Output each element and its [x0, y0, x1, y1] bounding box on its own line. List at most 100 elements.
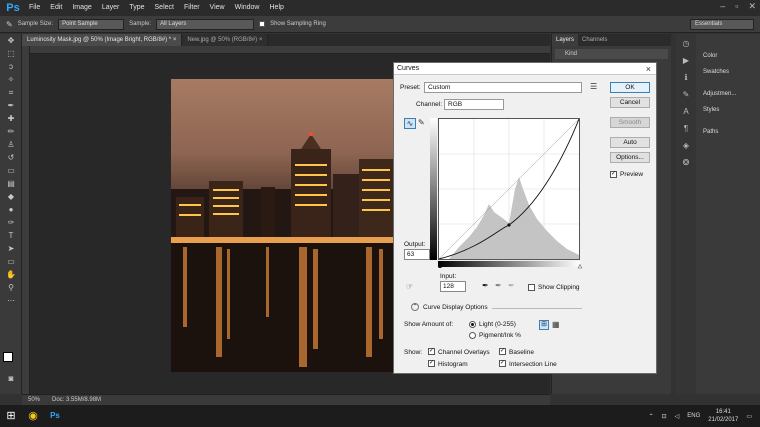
blur-tool-icon[interactable]: ◆ — [2, 191, 20, 203]
tab-close-icon[interactable]: × — [259, 37, 263, 43]
path-select-tool-icon[interactable]: ➤ — [2, 243, 20, 255]
pen-tool-icon[interactable]: ✑ — [2, 217, 20, 229]
white-point-slider[interactable]: ▲ — [577, 264, 583, 271]
smooth-button[interactable]: Smooth — [610, 117, 650, 128]
channel-select[interactable]: RGB — [444, 99, 504, 110]
menu-view[interactable]: View — [205, 0, 230, 16]
preset-options-icon[interactable]: ☰ — [590, 82, 597, 91]
channels-panel-icon[interactable]: ❂ — [678, 156, 694, 170]
gray-eyedropper-icon[interactable]: ✒ — [495, 281, 502, 290]
lasso-tool-icon[interactable]: ↄ — [2, 61, 20, 73]
brush-tool-icon[interactable]: ✏ — [2, 126, 20, 138]
paragraph-panel-icon[interactable]: ¶ — [678, 122, 694, 136]
dialog-close-icon[interactable]: × — [646, 63, 651, 75]
magic-wand-tool-icon[interactable]: ✧ — [2, 74, 20, 86]
tray-up-icon[interactable]: ⌃ — [649, 413, 654, 420]
layers-panel-icon[interactable]: ◈ — [678, 139, 694, 153]
history-panel-icon[interactable]: ◷ — [678, 37, 694, 51]
hand-tool-icon[interactable]: ✋ — [2, 269, 20, 281]
zoom-level[interactable]: 50% — [28, 397, 40, 403]
play-actions-icon[interactable]: ▶ — [678, 54, 694, 68]
character-panel-icon[interactable]: A — [678, 105, 694, 119]
healing-tool-icon[interactable]: ✚ — [2, 113, 20, 125]
pencil-draw-icon[interactable]: ✎ — [418, 118, 425, 127]
layer-kind-filter[interactable]: Kind — [555, 49, 668, 59]
menu-window[interactable]: Window — [230, 0, 265, 16]
sample-size-select[interactable]: Point Sample — [58, 18, 125, 30]
eyedropper-tool-icon[interactable]: ✎ — [6, 20, 13, 29]
eyedropper-tool-icon[interactable]: ✒ — [2, 100, 20, 112]
menu-type[interactable]: Type — [124, 0, 149, 16]
display-options-toggle-icon[interactable]: ⌃ — [411, 303, 419, 311]
history-brush-tool-icon[interactable]: ↺ — [2, 152, 20, 164]
sample-select[interactable]: All Layers — [156, 18, 255, 30]
network-icon[interactable]: ⊡ — [662, 413, 667, 420]
menu-select[interactable]: Select — [150, 0, 179, 16]
maximize-icon[interactable]: ▫ — [735, 1, 738, 12]
sample-size-label: Sample Size: — [17, 21, 54, 27]
photoshop-taskbar-icon[interactable]: Ps — [44, 405, 66, 427]
auto-button[interactable]: Auto — [610, 137, 650, 148]
show-clipping-checkbox[interactable] — [528, 284, 535, 291]
input-field[interactable]: 128 — [440, 281, 466, 292]
marquee-tool-icon[interactable]: ⬚ — [2, 48, 20, 60]
chrome-icon[interactable]: ◉ — [22, 405, 44, 427]
menu-layer[interactable]: Layer — [97, 0, 125, 16]
tab-new[interactable]: New.jpg @ 50% (RGB/8#) × — [182, 34, 269, 46]
menu-image[interactable]: Image — [67, 0, 96, 16]
baseline-checkbox[interactable]: ✓ — [499, 348, 506, 355]
light-radio[interactable] — [469, 321, 476, 328]
dodge-tool-icon[interactable]: ● — [2, 204, 20, 216]
curve-edit-icon[interactable]: ∿ — [404, 118, 416, 129]
options-button[interactable]: Options... — [610, 152, 650, 163]
tab-close-icon[interactable]: × — [173, 37, 177, 43]
histogram-checkbox[interactable]: ✓ — [428, 360, 435, 367]
gradient-tool-icon[interactable]: ▤ — [2, 178, 20, 190]
cancel-button[interactable]: Cancel — [610, 97, 650, 108]
black-eyedropper-icon[interactable]: ✒ — [482, 281, 489, 290]
crop-tool-icon[interactable]: ⌗ — [2, 87, 20, 99]
targeted-adjust-icon[interactable]: ☞ — [406, 282, 413, 291]
type-tool-icon[interactable]: T — [2, 230, 20, 242]
sampling-ring-checkbox[interactable] — [259, 21, 266, 27]
simple-grid-icon[interactable]: ⊞ — [539, 320, 549, 330]
minimize-icon[interactable]: – — [720, 1, 725, 12]
white-eyedropper-icon[interactable]: ✒ — [508, 281, 515, 290]
city-night-photo[interactable] — [171, 79, 401, 372]
channel-overlays-checkbox[interactable]: ✓ — [428, 348, 435, 355]
curves-graph[interactable] — [438, 118, 580, 260]
menu-edit[interactable]: Edit — [45, 0, 67, 16]
more-tools-icon[interactable]: ⋯ — [2, 295, 20, 307]
output-field[interactable]: 63 — [404, 249, 430, 260]
intersection-line-checkbox[interactable]: ✓ — [499, 360, 506, 367]
language-indicator[interactable]: ENG — [687, 413, 700, 419]
notifications-icon[interactable]: ▭ — [746, 413, 752, 420]
menu-filter[interactable]: Filter — [179, 0, 205, 16]
stamp-tool-icon[interactable]: ♙ — [2, 139, 20, 151]
preview-checkbox[interactable]: ✓ — [610, 171, 617, 178]
black-point-slider[interactable]: ▲ — [437, 264, 443, 270]
menu-help[interactable]: Help — [265, 0, 289, 16]
quick-mask-icon[interactable]: ◙ — [2, 373, 20, 385]
menu-file[interactable]: File — [24, 0, 45, 16]
info-panel-icon[interactable]: ℹ — [678, 71, 694, 85]
eraser-tool-icon[interactable]: ▭ — [2, 165, 20, 177]
windows-start-icon[interactable]: ⊞ — [0, 405, 22, 427]
clock[interactable]: 16:41 21/02/2017 — [708, 408, 738, 424]
tab-layers[interactable]: Layers — [552, 34, 579, 46]
zoom-tool-icon[interactable]: ⚲ — [2, 282, 20, 294]
tab-luminosity-mask[interactable]: Luminosity Mask.jpg @ 50% (Image Bright,… — [22, 34, 183, 46]
foreground-color-swatch[interactable] — [3, 352, 13, 362]
tab-channels[interactable]: Channels — [578, 34, 611, 46]
detailed-grid-icon[interactable]: ▦ — [552, 320, 560, 329]
brush-panel-icon[interactable]: ✎ — [678, 88, 694, 102]
preset-select[interactable]: Custom — [424, 82, 582, 93]
baseline-label: Baseline — [509, 349, 534, 356]
workspace-select[interactable]: Essentials — [690, 19, 754, 30]
ok-button[interactable]: OK — [610, 82, 650, 93]
pigment-radio[interactable] — [469, 332, 476, 339]
close-icon[interactable]: ✕ — [748, 1, 756, 12]
volume-icon[interactable]: ◁ — [675, 413, 680, 420]
move-tool-icon[interactable]: ✥ — [2, 35, 20, 47]
shape-tool-icon[interactable]: ▭ — [2, 256, 20, 268]
